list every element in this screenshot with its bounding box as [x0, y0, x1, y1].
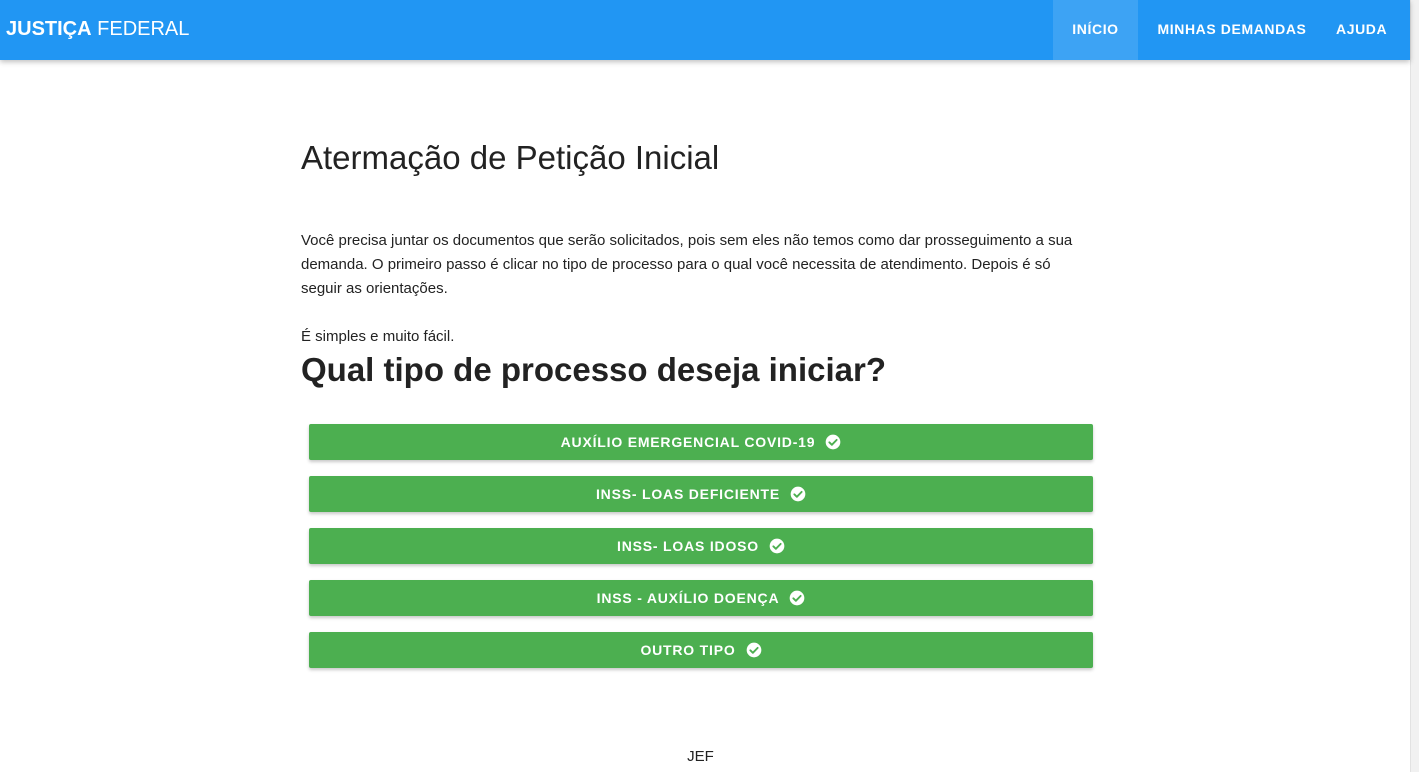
process-options: AUXÍLIO EMERGENCIAL COVID-19 INSS- LOAS …	[309, 424, 1093, 684]
process-question: Qual tipo de processo deseja iniciar?	[301, 351, 887, 388]
option-label: INSS - AUXÍLIO DOENÇA	[596, 590, 780, 606]
option-label: INSS- LOAS DEFICIENTE	[595, 486, 781, 502]
nav-ajuda[interactable]: AJUDA	[1326, 0, 1410, 60]
check-circle-icon	[790, 590, 805, 606]
option-loas-idoso-button[interactable]: INSS- LOAS IDOSO	[309, 528, 1093, 564]
brand-bold: JUSTIÇA	[6, 18, 92, 40]
footer-text: JEF	[687, 748, 714, 765]
check-circle-icon	[746, 642, 761, 658]
option-label: INSS- LOAS IDOSO	[617, 538, 759, 554]
option-label: OUTRO TIPO	[640, 642, 736, 658]
page-title: Atermação de Petição Inicial	[301, 139, 720, 176]
option-label: AUXÍLIO EMERGENCIAL COVID-19	[560, 434, 816, 450]
option-loas-deficiente-button[interactable]: INSS- LOAS DEFICIENTE	[309, 476, 1093, 512]
page-scrollbar[interactable]	[1410, 0, 1419, 772]
top-navbar: JUSTIÇA FEDERAL INÍCIO MINHAS DEMANDAS A…	[0, 0, 1410, 60]
check-circle-icon	[769, 538, 785, 554]
option-auxilio-doenca-button[interactable]: INSS - AUXÍLIO DOENÇA	[309, 580, 1093, 616]
option-outro-tipo-button[interactable]: OUTRO TIPO	[309, 632, 1093, 668]
nav-inicio[interactable]: INÍCIO	[1053, 0, 1138, 60]
option-auxilio-emergencial-button[interactable]: AUXÍLIO EMERGENCIAL COVID-19	[309, 424, 1093, 460]
check-circle-icon	[826, 434, 841, 450]
nav-minhas-demandas[interactable]: MINHAS DEMANDAS	[1138, 0, 1326, 60]
simple-text: É simples e muito fácil.	[301, 328, 455, 345]
brand-logo[interactable]: JUSTIÇA FEDERAL	[6, 0, 189, 60]
check-circle-icon	[790, 486, 806, 502]
brand-light: FEDERAL	[91, 18, 190, 40]
intro-text: Você precisa juntar os documentos que se…	[301, 232, 1073, 297]
main-nav: INÍCIO MINHAS DEMANDAS AJUDA	[1053, 0, 1410, 60]
